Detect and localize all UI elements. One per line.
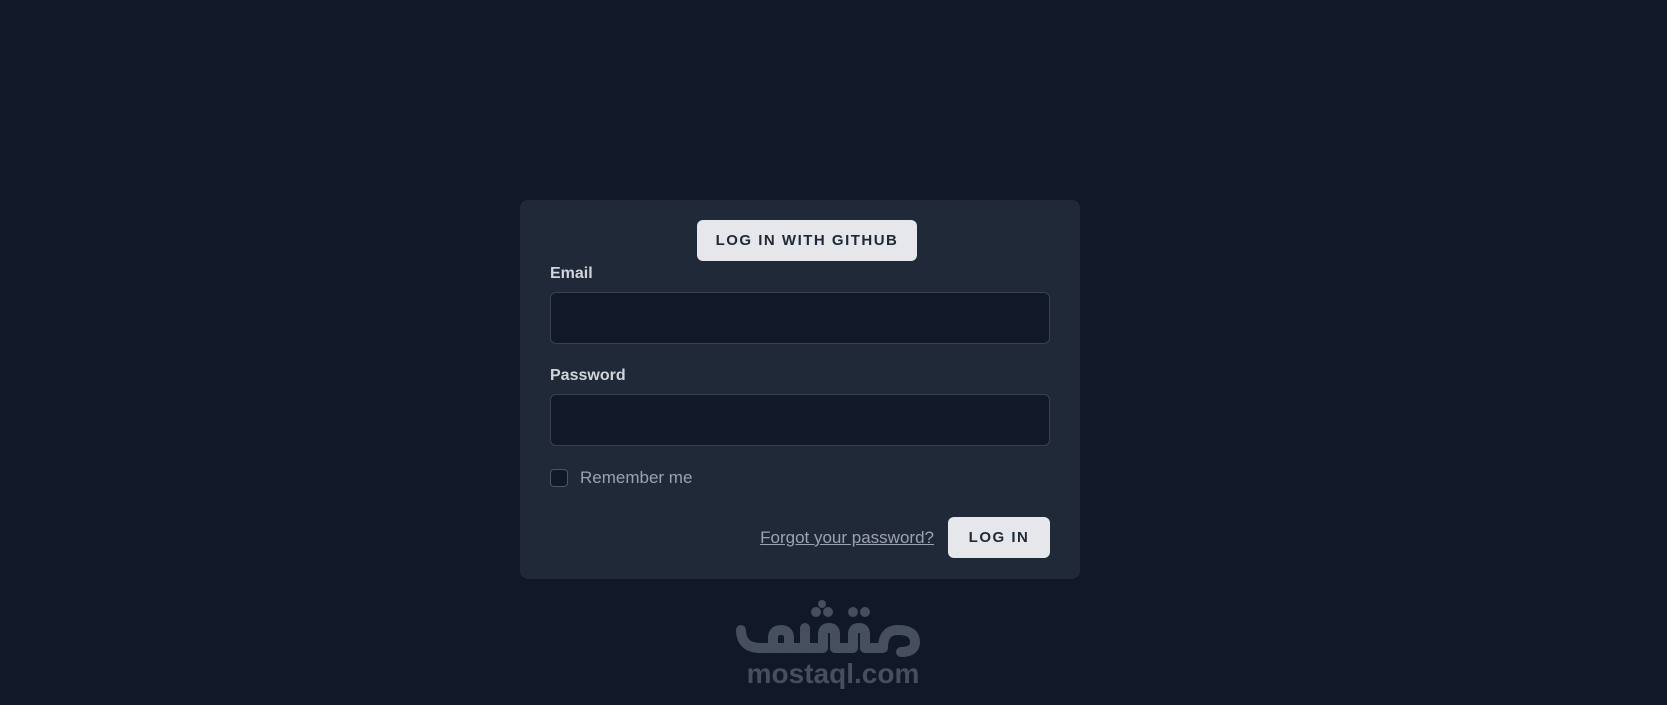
email-label: Email	[550, 265, 593, 282]
mostaql-watermark: mostaql.com	[733, 600, 933, 695]
forgot-password-link[interactable]: Forgot your password?	[760, 528, 934, 548]
login-card: LOG IN WITH GITHUB Email Password Rememb…	[520, 200, 1080, 579]
remember-me-checkbox[interactable]	[550, 469, 568, 487]
remember-me-label: Remember me	[580, 468, 693, 487]
login-page: LOG IN WITH GITHUB Email Password Rememb…	[0, 0, 1667, 705]
watermark-url: mostaql.com	[746, 658, 920, 689]
login-button[interactable]: LOG IN	[948, 517, 1050, 558]
password-label: Password	[550, 367, 626, 384]
email-field[interactable]	[550, 292, 1050, 344]
remember-me-row[interactable]: Remember me	[550, 468, 692, 488]
mostaql-logo-icon	[736, 600, 920, 657]
github-login-button[interactable]: LOG IN WITH GITHUB	[697, 220, 917, 261]
password-field[interactable]	[550, 394, 1050, 446]
